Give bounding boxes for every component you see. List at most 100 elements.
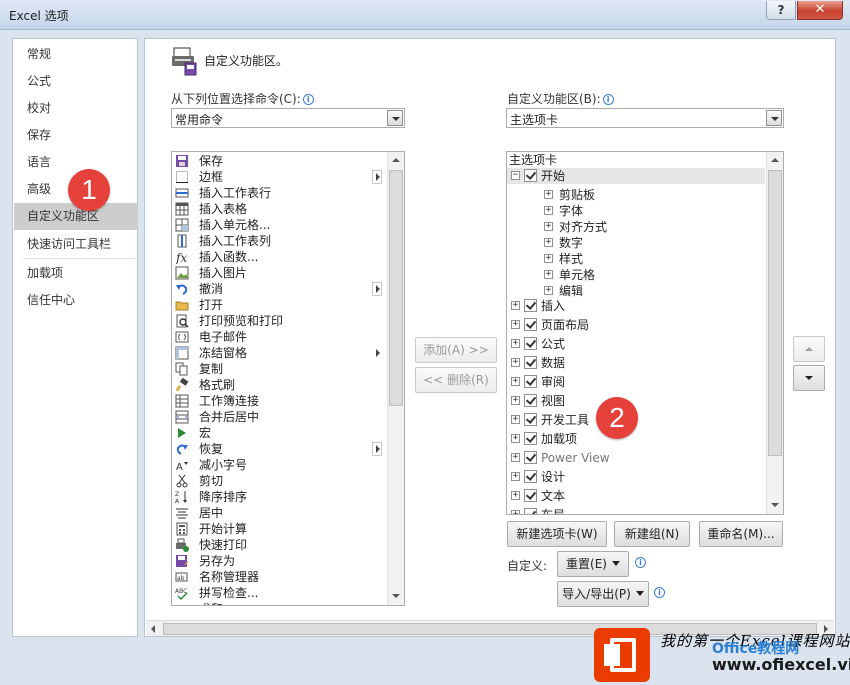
new-tab-button[interactable]: 新建选项卡(W) <box>507 521 607 547</box>
tab-checkbox[interactable] <box>524 299 537 312</box>
command-item[interactable]: 插入表格 <box>172 201 384 217</box>
command-item[interactable]: 电子邮件 <box>172 329 384 345</box>
command-item[interactable]: fx 插入函数... <box>172 249 384 265</box>
command-item[interactable]: 恢复 <box>172 441 384 457</box>
command-item[interactable]: 格式刷 <box>172 377 384 393</box>
command-item[interactable]: 插入单元格... <box>172 217 384 233</box>
ribbon-tab-item[interactable]: + 布局 <box>507 507 765 514</box>
rename-button[interactable]: 重命名(M)... <box>699 521 783 547</box>
command-item[interactable]: 冻结窗格 <box>172 345 384 361</box>
expand-icon[interactable]: + <box>511 434 520 443</box>
commands-scrollbar[interactable] <box>387 152 404 605</box>
ribbon-scope-dropdown[interactable]: 主选项卡 <box>506 108 784 128</box>
nav-item[interactable]: 快速访问工具栏 <box>14 231 138 258</box>
collapse-icon[interactable]: − <box>511 171 520 180</box>
command-item[interactable]: 宏 <box>172 425 384 441</box>
expand-icon[interactable]: + <box>511 415 520 424</box>
expand-icon[interactable]: + <box>511 377 520 386</box>
ribbon-tab-item[interactable]: + 设计 <box>507 469 765 485</box>
expand-icon[interactable]: + <box>511 453 520 462</box>
ribbon-tab-item[interactable]: + 文本 <box>507 488 765 504</box>
move-down-button[interactable] <box>793 365 825 391</box>
command-item[interactable]: 打开 <box>172 297 384 313</box>
tab-checkbox[interactable] <box>524 337 537 350</box>
ribbon-tab-item[interactable]: + 插入 <box>507 298 765 314</box>
scroll-up-icon[interactable] <box>388 152 404 168</box>
close-button[interactable]: ✕ <box>797 1 843 20</box>
expand-icon[interactable]: + <box>544 270 553 279</box>
command-item[interactable]: ab 名称管理器 <box>172 569 384 585</box>
ribbon-group-item[interactable]: + 单元格 <box>507 267 765 283</box>
commands-list[interactable]: Σ求和ABC拼写检查...ab名称管理器另存为快速打印开始计算居中ZA降序排序剪… <box>171 151 405 606</box>
expand-icon[interactable]: + <box>544 238 553 247</box>
ribbon-tab-item[interactable]: + 页面布局 <box>507 317 765 333</box>
help-button[interactable]: ? <box>766 1 796 20</box>
expand-icon[interactable]: + <box>511 301 520 310</box>
command-item[interactable]: 合并后居中 <box>172 409 384 425</box>
scroll-down-icon[interactable] <box>388 588 404 604</box>
expand-icon[interactable]: + <box>544 206 553 215</box>
tab-checkbox[interactable] <box>524 489 537 502</box>
expand-icon[interactable]: + <box>511 396 520 405</box>
nav-item[interactable]: 常规 <box>14 41 138 68</box>
tab-checkbox[interactable] <box>524 508 537 514</box>
expand-icon[interactable]: + <box>544 254 553 263</box>
command-item[interactable]: 打印预览和打印 <box>172 313 384 329</box>
command-item[interactable]: Σ 求和 <box>172 601 384 605</box>
chevron-down-icon[interactable] <box>387 110 403 126</box>
ribbon-tab-item[interactable]: + 公式 <box>507 336 765 352</box>
expand-icon[interactable]: + <box>511 491 520 500</box>
nav-item[interactable]: 信任中心 <box>14 287 138 314</box>
command-item[interactable]: 开始计算 <box>172 521 384 537</box>
expand-icon[interactable]: + <box>544 286 553 295</box>
command-item[interactable]: Z A 降序排序 <box>172 489 384 505</box>
tab-checkbox[interactable] <box>524 413 537 426</box>
tab-checkbox[interactable] <box>524 432 537 445</box>
tab-checkbox[interactable] <box>524 169 537 182</box>
command-item[interactable]: 复制 <box>172 361 384 377</box>
command-item[interactable]: A 减小字号 <box>172 457 384 473</box>
ribbon-group-item[interactable]: + 样式 <box>507 251 765 267</box>
ribbon-group-item[interactable]: + 数字 <box>507 235 765 251</box>
expand-icon[interactable]: + <box>511 320 520 329</box>
command-item[interactable]: 居中 <box>172 505 384 521</box>
command-item[interactable]: 插入工作表行 <box>172 185 384 201</box>
new-group-button[interactable]: 新建组(N) <box>614 521 690 547</box>
command-item[interactable]: 剪切 <box>172 473 384 489</box>
expand-icon[interactable]: + <box>544 190 553 199</box>
ribbon-tab-item[interactable]: + 视图 <box>507 393 765 409</box>
tab-checkbox[interactable] <box>524 470 537 483</box>
ribbon-group-item[interactable]: + 编辑 <box>507 283 765 299</box>
move-up-button[interactable] <box>793 336 825 362</box>
scroll-thumb[interactable] <box>768 170 782 456</box>
command-item[interactable]: 插入工作表列 <box>172 233 384 249</box>
command-item[interactable]: 另存为 <box>172 553 384 569</box>
command-item[interactable]: 快速打印 <box>172 537 384 553</box>
scroll-thumb[interactable] <box>389 170 403 406</box>
add-button[interactable]: 添加(A) >> <box>415 337 497 363</box>
command-item[interactable]: 插入图片 <box>172 265 384 281</box>
tab-checkbox[interactable] <box>524 375 537 388</box>
tab-checkbox[interactable] <box>524 394 537 407</box>
command-item[interactable]: 工作簿连接 <box>172 393 384 409</box>
tree-scrollbar[interactable] <box>766 152 783 514</box>
expand-icon[interactable]: + <box>511 358 520 367</box>
tab-checkbox[interactable] <box>524 356 537 369</box>
source-dropdown[interactable]: 常用命令 <box>171 108 405 128</box>
command-item[interactable]: 保存 <box>172 153 384 169</box>
ribbon-group-item[interactable]: + 剪贴板 <box>507 187 765 203</box>
command-item[interactable]: 边框 <box>172 169 384 185</box>
command-item[interactable]: 撤消 <box>172 281 384 297</box>
ribbon-tree[interactable]: 主选项卡 − 开始 + 剪贴板 + 字体 + 对齐方式 + 数字 + 样式 + 单元格 + 编辑 + 插入 + 页面布… <box>506 151 784 515</box>
scroll-down-icon[interactable] <box>767 497 783 513</box>
expand-icon[interactable]: + <box>511 472 520 481</box>
scroll-up-icon[interactable] <box>767 152 783 168</box>
command-item[interactable]: ABC 拼写检查... <box>172 585 384 601</box>
ribbon-tab-item[interactable]: + 数据 <box>507 355 765 371</box>
chevron-down-icon[interactable] <box>766 110 782 126</box>
nav-item[interactable]: 保存 <box>14 122 138 149</box>
remove-button[interactable]: << 删除(R) <box>415 367 497 393</box>
expand-icon[interactable]: + <box>511 510 520 514</box>
ribbon-tab-item[interactable]: + 审阅 <box>507 374 765 390</box>
nav-item[interactable]: 校对 <box>14 95 138 122</box>
